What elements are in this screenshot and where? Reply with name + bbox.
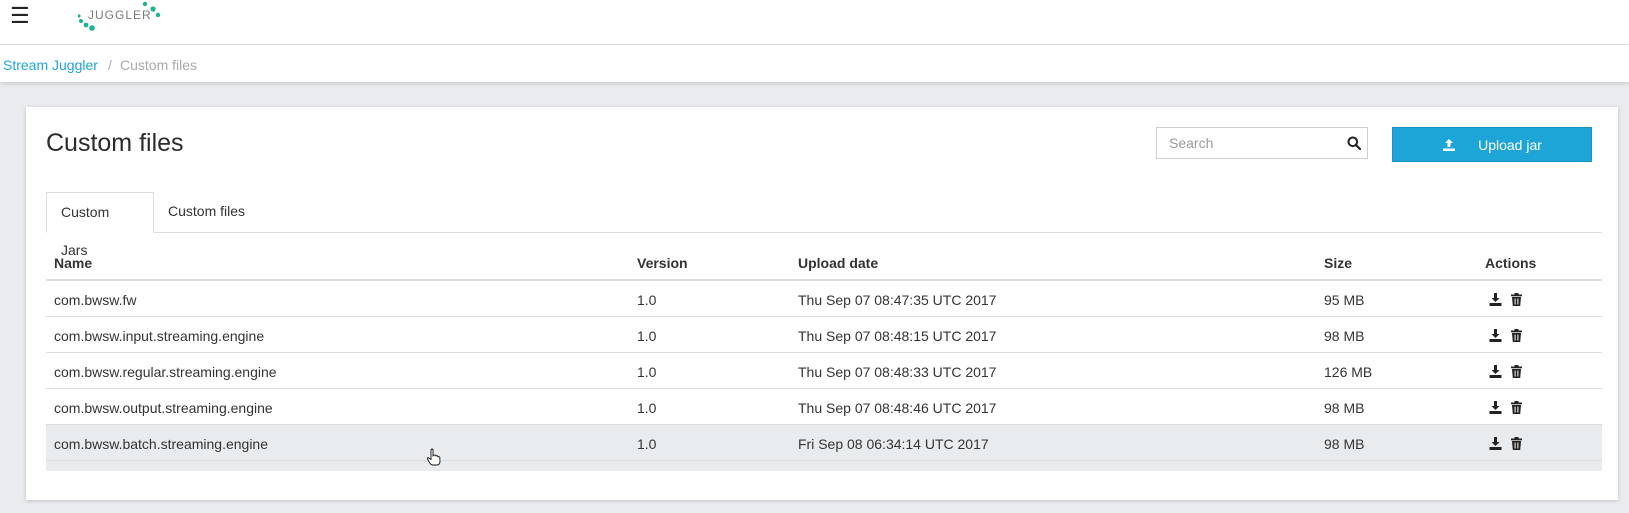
row-version: 1.0: [637, 400, 657, 416]
upload-jar-button[interactable]: Upload jar: [1392, 127, 1592, 162]
row-size: 98 MB: [1324, 436, 1365, 452]
row-upload-date: Thu Sep 07 08:48:15 UTC 2017: [798, 328, 997, 344]
content-card: Custom files Upload jar Custom Jars Cust…: [26, 107, 1618, 500]
column-header-name[interactable]: Name: [54, 255, 92, 271]
top-bar: ☰ JUGGLER: [0, 0, 1629, 45]
row-name: com.bwsw.input.streaming.engine: [54, 328, 265, 344]
breadcrumb-current: Custom files: [120, 57, 198, 73]
page-title: Custom files: [46, 129, 184, 157]
row-name: com.bwsw.output.streaming.engine: [54, 400, 273, 416]
upload-icon: [1443, 138, 1456, 151]
search-icon[interactable]: [1347, 136, 1361, 150]
upload-jar-label: Upload jar: [1478, 136, 1542, 153]
tab-custom-jars[interactable]: Custom Jars: [46, 192, 154, 258]
row-actions: [1489, 329, 1523, 342]
search-box: [1156, 127, 1368, 159]
row-size: 126 MB: [1324, 364, 1373, 380]
row-size: 95 MB: [1324, 292, 1365, 308]
row-actions: [1489, 365, 1523, 378]
table-row[interactable]: com.bwsw.regular.streaming.engine 1.0 Th…: [46, 353, 1602, 389]
hamburger-icon[interactable]: ☰: [10, 4, 30, 28]
logo-text: JUGGLER: [88, 8, 152, 22]
row-size: 98 MB: [1324, 400, 1365, 416]
table-row[interactable]: com.bwsw.batch.streaming.engine 1.0 Fri …: [46, 425, 1602, 461]
row-version: 1.0: [637, 436, 657, 452]
table-row[interactable]: com.bwsw.input.streaming.engine 1.0 Thu …: [46, 317, 1602, 353]
column-header-actions: Actions: [1485, 255, 1537, 271]
row-actions: [1489, 293, 1523, 306]
row-version: 1.0: [637, 292, 657, 308]
row-name: com.bwsw.fw: [54, 292, 137, 308]
row-upload-date: Thu Sep 07 08:48:46 UTC 2017: [798, 400, 997, 416]
jars-table: Name Version Upload date Size Actions co…: [46, 245, 1602, 471]
table-row[interactable]: com.bwsw.output.streaming.engine 1.0 Thu…: [46, 389, 1602, 425]
trash-icon[interactable]: [1510, 329, 1523, 342]
trash-icon[interactable]: [1510, 293, 1523, 306]
download-icon[interactable]: [1489, 329, 1502, 342]
row-name: com.bwsw.regular.streaming.engine: [54, 364, 277, 380]
row-version: 1.0: [637, 364, 657, 380]
breadcrumb-separator: /: [108, 57, 112, 73]
tab-bar: Custom Jars Custom files: [46, 192, 1602, 258]
column-header-size[interactable]: Size: [1324, 255, 1352, 271]
trash-icon[interactable]: [1510, 401, 1523, 414]
table-row[interactable]: com.bwsw.fw 1.0 Thu Sep 07 08:47:35 UTC …: [46, 281, 1602, 317]
search-input[interactable]: [1157, 128, 1339, 158]
download-icon[interactable]: [1489, 365, 1502, 378]
breadcrumb: Stream Juggler / Custom files: [0, 45, 1629, 82]
row-upload-date: Thu Sep 07 08:48:33 UTC 2017: [798, 364, 997, 380]
tab-custom-files[interactable]: Custom files: [154, 192, 269, 231]
table-footer-strip: [46, 461, 1602, 471]
download-icon[interactable]: [1489, 437, 1502, 450]
trash-icon[interactable]: [1510, 437, 1523, 450]
row-name: com.bwsw.batch.streaming.engine: [54, 436, 268, 452]
hand-cursor-icon: [426, 448, 441, 466]
column-header-upload-date[interactable]: Upload date: [798, 255, 878, 271]
breadcrumb-root-link[interactable]: Stream Juggler: [3, 57, 98, 73]
row-upload-date: Thu Sep 07 08:47:35 UTC 2017: [798, 292, 997, 308]
row-actions: [1489, 401, 1523, 414]
row-size: 98 MB: [1324, 328, 1365, 344]
download-icon[interactable]: [1489, 401, 1502, 414]
table-header: Name Version Upload date Size Actions: [46, 245, 1602, 281]
row-upload-date: Fri Sep 08 06:34:14 UTC 2017: [798, 436, 989, 452]
column-header-version[interactable]: Version: [637, 255, 688, 271]
download-icon[interactable]: [1489, 293, 1502, 306]
row-version: 1.0: [637, 328, 657, 344]
trash-icon[interactable]: [1510, 365, 1523, 378]
row-actions: [1489, 437, 1523, 450]
